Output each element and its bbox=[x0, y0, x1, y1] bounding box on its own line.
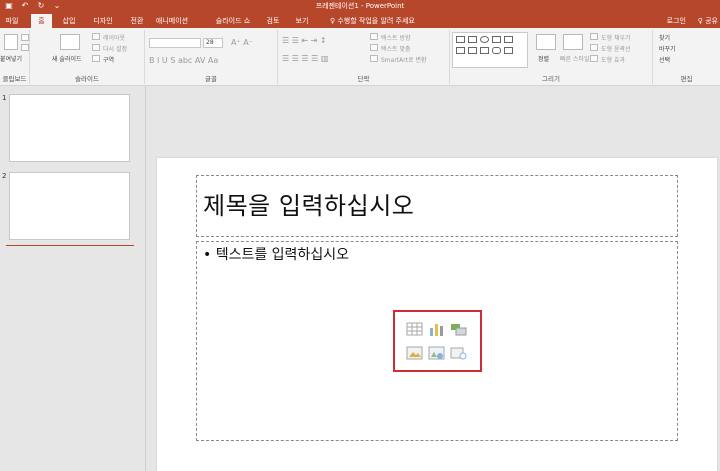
list-icons[interactable]: ☰ ☰ ⇤ ⇥ ↕ bbox=[282, 36, 327, 45]
window-title: 프레젠테이션1 - PowerPoint bbox=[315, 2, 405, 10]
shape-fill-button[interactable]: 도형 채우기 bbox=[601, 33, 631, 42]
rounded-rect-shape-icon[interactable] bbox=[492, 47, 501, 54]
shape-outline-button[interactable]: 도형 윤곽선 bbox=[601, 44, 631, 53]
new-slide-button[interactable]: 새 슬라이드 bbox=[52, 54, 82, 63]
quick-styles-icon[interactable] bbox=[563, 34, 583, 50]
shape-outline-icon bbox=[590, 44, 598, 51]
copy-icon[interactable] bbox=[21, 44, 29, 51]
smartart-icon bbox=[370, 55, 378, 62]
shapes-gallery[interactable] bbox=[452, 32, 528, 68]
slide-thumbnails-pane: 1 2 bbox=[0, 86, 146, 471]
rectangle-shape-icon[interactable] bbox=[456, 36, 465, 43]
triangle-shape-icon[interactable] bbox=[456, 47, 465, 54]
clipboard-group: 붙여넣기 클립보드 bbox=[0, 30, 30, 84]
powerpoint-window: ▣ ↶ ↻ ⌄ 프레젠테이션1 - PowerPoint 파일 홈 삽입 디자인… bbox=[0, 0, 720, 471]
cut-icon[interactable] bbox=[21, 34, 29, 41]
text-direction-icon bbox=[370, 33, 378, 40]
slide-canvas[interactable]: 제목을 입력하십시오 • 텍스트를 입력하십시오 bbox=[157, 158, 717, 471]
section-button[interactable]: 구역 bbox=[103, 55, 114, 64]
slide-number: 1 bbox=[2, 94, 7, 102]
font-format-icons[interactable]: B I U S abc AV Aa bbox=[149, 56, 218, 65]
slides-group: 새 슬라이드 레이아웃 다시 설정 구역 슬라이드 bbox=[30, 30, 145, 84]
layout-icon bbox=[92, 33, 100, 40]
slides-group-label: 슬라이드 bbox=[75, 75, 99, 83]
font-size-up-icon[interactable]: A⁺ A⁻ bbox=[231, 38, 253, 47]
clipboard-group-label: 클립보드 bbox=[2, 75, 27, 83]
insert-smartart-icon[interactable] bbox=[450, 322, 467, 336]
paste-button[interactable]: 붙여넣기 bbox=[0, 54, 22, 63]
insert-content-icons bbox=[393, 310, 482, 372]
insert-video-icon[interactable] bbox=[450, 346, 467, 360]
shape-fill-icon bbox=[590, 33, 598, 40]
connector-shape-icon[interactable] bbox=[468, 47, 477, 54]
tab-home[interactable]: 홈 bbox=[31, 14, 52, 28]
tab-animations[interactable]: 애니메이션 bbox=[143, 14, 201, 28]
title-placeholder-text: 제목을 입력하십시오 bbox=[203, 192, 415, 220]
insert-table-icon[interactable] bbox=[406, 322, 423, 336]
arrange-button[interactable]: 정렬 bbox=[538, 54, 549, 63]
tab-insert[interactable]: 삽입 bbox=[58, 14, 80, 28]
font-group: 28 A⁺ A⁻ B I U S abc AV Aa 글꼴 bbox=[145, 30, 278, 84]
content-placeholder[interactable]: • 텍스트를 입력하십시오 bbox=[196, 241, 678, 441]
oval-shape-icon[interactable] bbox=[480, 36, 489, 43]
paragraph-group-label: 단락 bbox=[357, 75, 370, 83]
ribbon-tabs: 파일 홈 삽입 디자인 전환 애니메이션 슬라이드 쇼 검토 보기 ♀ 수행할 … bbox=[0, 12, 720, 28]
arrow-shape-icon[interactable] bbox=[504, 36, 513, 43]
slide-thumbnail-1[interactable] bbox=[9, 94, 130, 162]
tab-file[interactable]: 파일 bbox=[2, 14, 22, 28]
insert-chart-icon[interactable] bbox=[428, 322, 445, 336]
font-group-label: 글꼴 bbox=[205, 75, 217, 83]
tab-view[interactable]: 보기 bbox=[290, 14, 314, 28]
insert-picture-icon[interactable] bbox=[406, 346, 423, 360]
align-text-icon bbox=[370, 44, 378, 51]
paste-icon[interactable] bbox=[4, 34, 18, 50]
tab-review[interactable]: 검토 bbox=[262, 14, 284, 28]
font-size-combo[interactable]: 28 bbox=[203, 38, 223, 48]
tab-slideshow[interactable]: 슬라이드 쇼 bbox=[208, 14, 258, 28]
reset-icon bbox=[92, 44, 100, 51]
share-button[interactable]: ♀ 공유 bbox=[698, 14, 718, 28]
title-placeholder[interactable]: 제목을 입력하십시오 bbox=[196, 175, 678, 237]
text-direction-button[interactable]: 텍스트 방향 bbox=[381, 33, 411, 42]
shape-effects-button[interactable]: 도형 효과 bbox=[601, 55, 625, 64]
title-bar: ▣ ↶ ↻ ⌄ 프레젠테이션1 - PowerPoint bbox=[0, 0, 720, 12]
insert-online-picture-icon[interactable] bbox=[428, 346, 445, 360]
line-shape-icon[interactable] bbox=[492, 36, 501, 43]
insertion-marker bbox=[6, 245, 134, 246]
font-name-combo[interactable] bbox=[149, 38, 201, 48]
slide-thumbnail-2[interactable] bbox=[9, 172, 130, 240]
content-placeholder-text: • 텍스트를 입력하십시오 bbox=[203, 247, 349, 263]
slide-number: 2 bbox=[2, 172, 7, 180]
tab-design[interactable]: 디자인 bbox=[88, 14, 118, 28]
tell-me-search[interactable]: ♀ 수행할 작업을 알려 주세요 bbox=[330, 14, 415, 28]
drawing-group: 정렬 빠른 스타일 도형 채우기 도형 윤곽선 도형 효과 그리기 bbox=[450, 30, 653, 84]
section-icon bbox=[92, 55, 100, 62]
reset-button[interactable]: 다시 설정 bbox=[103, 44, 127, 53]
editing-group: 찾기 바꾸기 선택 편집 bbox=[653, 30, 720, 84]
align-icons[interactable]: ☰ ☰ ☰ ☰ ▥ bbox=[282, 54, 328, 63]
layout-button[interactable]: 레이아웃 bbox=[103, 33, 125, 42]
shape-effects-icon bbox=[590, 55, 598, 62]
drawing-group-label: 그리기 bbox=[542, 75, 560, 83]
editing-group-label: 편집 bbox=[680, 75, 693, 83]
new-slide-icon[interactable] bbox=[60, 34, 80, 50]
find-button[interactable]: 찾기 bbox=[659, 33, 670, 42]
replace-button[interactable]: 바꾸기 bbox=[659, 44, 676, 53]
paragraph-group: ☰ ☰ ⇤ ⇥ ↕ ☰ ☰ ☰ ☰ ▥ 텍스트 방향 텍스트 맞춤 SmartA… bbox=[278, 30, 450, 84]
login-link[interactable]: 로그인 bbox=[667, 14, 686, 28]
smartart-button[interactable]: SmartArt로 변환 bbox=[381, 55, 427, 64]
arrange-icon[interactable] bbox=[536, 34, 556, 50]
select-button[interactable]: 선택 bbox=[659, 55, 670, 64]
align-text-button[interactable]: 텍스트 맞춤 bbox=[381, 44, 411, 53]
star-shape-icon[interactable] bbox=[480, 47, 489, 54]
textbox-shape-icon[interactable] bbox=[468, 36, 477, 43]
bracket-shape-icon[interactable] bbox=[504, 47, 513, 54]
quick-styles-button[interactable]: 빠른 스타일 bbox=[560, 54, 590, 63]
ribbon: 붙여넣기 클립보드 새 슬라이드 레이아웃 다시 설정 구역 슬라이드 28 A… bbox=[0, 28, 720, 86]
